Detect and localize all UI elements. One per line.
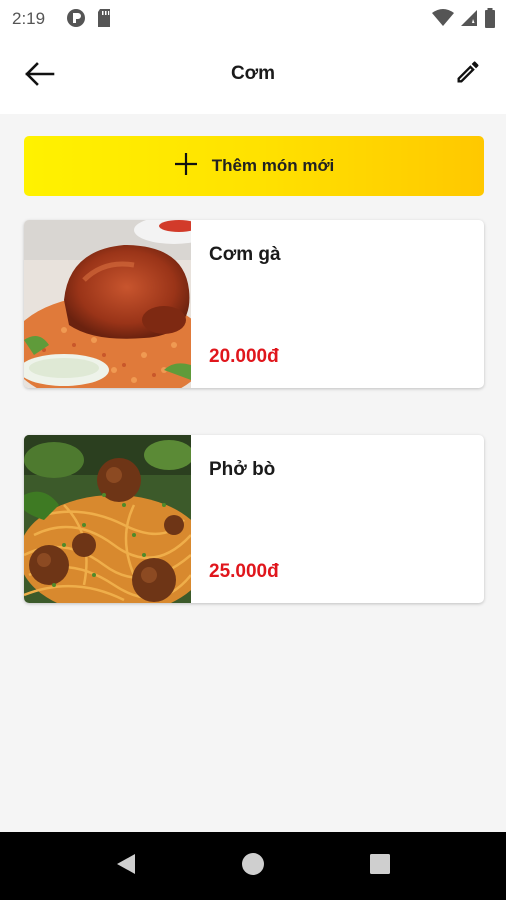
dish-price: 25.000đ: [209, 561, 279, 582]
spaghetti-meatballs-image: [24, 435, 209, 603]
sd-card-icon: [96, 8, 112, 33]
edit-button[interactable]: [450, 56, 486, 92]
nav-back-button[interactable]: [96, 832, 156, 900]
cell-signal-icon: [460, 9, 478, 32]
system-nav-bar: [0, 832, 506, 900]
dish-card[interactable]: Phở bò 25.000đ: [24, 435, 484, 603]
status-right-icons: [432, 8, 496, 33]
add-new-dish-button[interactable]: Thêm món mới: [24, 136, 484, 196]
pencil-icon: [454, 58, 482, 91]
status-time: 2:19: [12, 9, 46, 28]
dish-price: 20.000đ: [209, 346, 279, 367]
dish-card[interactable]: Cơm gà 20.000đ: [24, 220, 484, 388]
status-bar: 2:19: [0, 0, 506, 36]
wifi-icon: [432, 9, 454, 32]
app-bar: Cơm: [0, 36, 506, 114]
nav-recents-button[interactable]: [350, 832, 410, 900]
back-triangle-icon: [115, 852, 137, 881]
nav-home-button[interactable]: [223, 832, 283, 900]
add-new-dish-label: Thêm món mới: [211, 156, 335, 175]
status-left-icons: [66, 8, 112, 33]
dish-name: Cơm gà: [209, 244, 281, 265]
recents-square-icon: [369, 853, 391, 880]
sync-icon: [66, 8, 86, 33]
home-circle-icon: [241, 852, 265, 881]
plus-icon: [174, 152, 198, 181]
dish-name: Phở bò: [209, 459, 276, 480]
roast-chicken-rice-image: [24, 220, 214, 388]
battery-icon: [484, 8, 496, 33]
page-title: Cơm: [230, 63, 276, 84]
